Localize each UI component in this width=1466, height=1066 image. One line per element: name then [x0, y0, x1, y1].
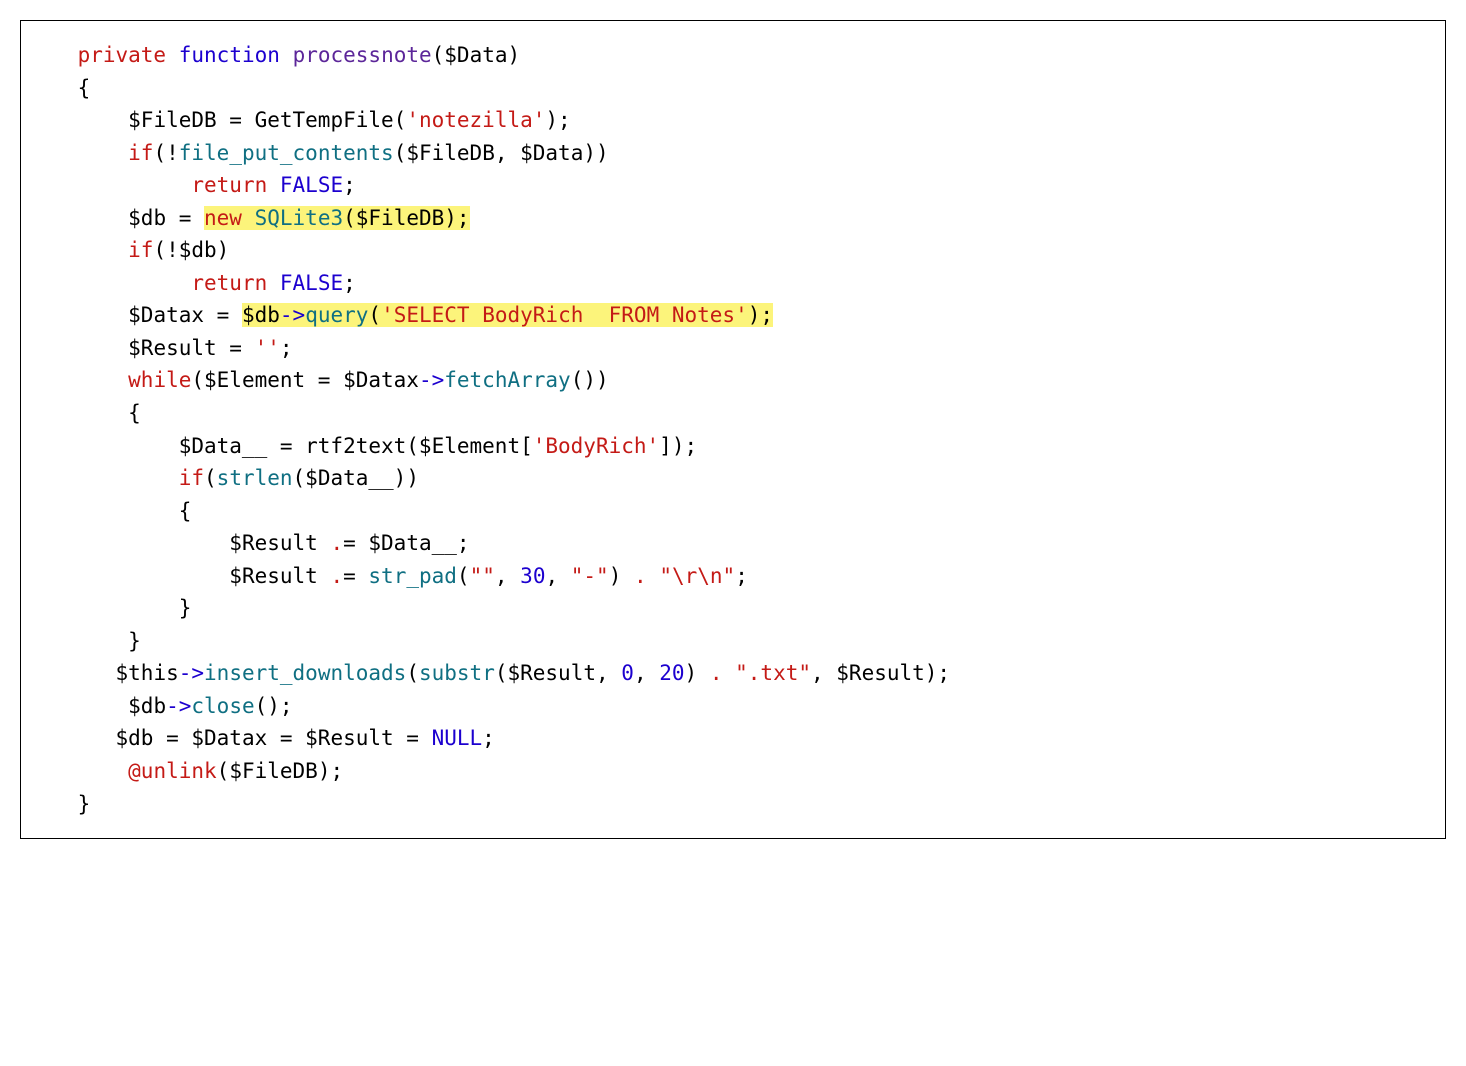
code-text: $Result — [229, 531, 330, 555]
code-text: ) — [685, 661, 710, 685]
semicolon: ; — [735, 564, 748, 588]
code-text: ($Data__)) — [293, 466, 419, 490]
code-text: $db = — [128, 206, 204, 230]
builtin-func: str_pad — [368, 564, 457, 588]
method-fetcharray: fetchArray — [444, 368, 570, 392]
func-args: ($Data) — [432, 43, 521, 67]
arrow-op: -> — [280, 303, 305, 327]
code-text: $db = $Datax = $Result = — [116, 726, 432, 750]
brace-open: { — [128, 401, 141, 425]
keyword-while: while — [128, 368, 191, 392]
comma: , — [495, 564, 520, 588]
code-text: ($FileDB); — [217, 759, 343, 783]
code-text: $Result — [229, 564, 330, 588]
paren: ( — [368, 303, 381, 327]
concat-op: . — [330, 531, 343, 555]
keyword-function: function — [179, 43, 280, 67]
string-literal: "-" — [571, 564, 609, 588]
code-text: ($FileDB); — [343, 206, 469, 230]
brace-close: } — [179, 596, 192, 620]
semicolon: ; — [482, 726, 495, 750]
code-text: $this — [116, 661, 179, 685]
code-text: (); — [255, 694, 293, 718]
code-text: = — [343, 564, 368, 588]
number-literal: 30 — [520, 564, 545, 588]
semicolon: ; — [343, 271, 356, 295]
code-text: ($FileDB, $Data)) — [394, 141, 609, 165]
code-text: $Data__ = rtf2text($Element[ — [179, 434, 533, 458]
code-text: ($Element = $Datax — [191, 368, 419, 392]
concat-op: . — [710, 661, 723, 685]
code-text: ); — [748, 303, 773, 327]
function-name: processnote — [293, 43, 432, 67]
code-text: = $Data__; — [343, 531, 469, 555]
var: $db — [242, 303, 280, 327]
keyword-return: return — [191, 271, 267, 295]
string-literal: "" — [470, 564, 495, 588]
class-sqlite3: SQLite3 — [255, 206, 344, 230]
paren: ( — [406, 661, 419, 685]
keyword-return: return — [191, 173, 267, 197]
string-literal: 'SELECT BodyRich FROM Notes' — [381, 303, 748, 327]
code-text: $FileDB = GetTempFile( — [128, 108, 406, 132]
code-text: ); — [545, 108, 570, 132]
paren: ( — [457, 564, 470, 588]
keyword-private: private — [78, 43, 167, 67]
const-null: NULL — [432, 726, 483, 750]
code-text: $db — [116, 694, 167, 718]
string-literal: 'notezilla' — [406, 108, 545, 132]
highlight-span: $db->query('SELECT BodyRich FROM Notes')… — [242, 303, 773, 327]
code-block: private function processnote($Data) { $F… — [20, 20, 1446, 839]
code-text: , $Result); — [811, 661, 950, 685]
comma: , — [545, 564, 570, 588]
number-literal: 20 — [659, 661, 684, 685]
code-text: (! — [153, 141, 178, 165]
semicolon: ; — [280, 336, 293, 360]
builtin-func: substr — [419, 661, 495, 685]
arrow-op: -> — [179, 661, 204, 685]
arrow-op: -> — [166, 694, 191, 718]
code-text: (!$db) — [153, 238, 229, 262]
highlight-span: new SQLite3($FileDB); — [204, 206, 470, 230]
keyword-new: new — [204, 206, 242, 230]
semicolon: ; — [343, 173, 356, 197]
const-false: FALSE — [280, 271, 343, 295]
code-text: $Datax = — [128, 303, 242, 327]
comma: , — [634, 661, 659, 685]
string-literal: '' — [255, 336, 280, 360]
code-text: $Result = — [128, 336, 254, 360]
keyword-if: if — [128, 141, 153, 165]
code-text: ()) — [571, 368, 609, 392]
number-literal: 0 — [621, 661, 634, 685]
code-text: ]); — [659, 434, 697, 458]
method-query: query — [305, 303, 368, 327]
suppress-unlink: @unlink — [116, 759, 217, 783]
brace-open: { — [78, 76, 91, 100]
arrow-op: -> — [419, 368, 444, 392]
string-literal: 'BodyRich' — [533, 434, 659, 458]
brace-close: } — [78, 792, 91, 816]
keyword-if: if — [128, 238, 153, 262]
paren: ( — [204, 466, 217, 490]
method-close: close — [191, 694, 254, 718]
keyword-if: if — [179, 466, 204, 490]
builtin-func: file_put_contents — [179, 141, 394, 165]
code-text: ($Result, — [495, 661, 621, 685]
builtin-func: strlen — [217, 466, 293, 490]
brace-close: } — [128, 629, 141, 653]
string-literal: ".txt" — [735, 661, 811, 685]
concat-op: . — [634, 564, 647, 588]
paren: ) — [609, 564, 622, 588]
concat-op: . — [330, 564, 343, 588]
const-false: FALSE — [280, 173, 343, 197]
string-literal: "\r\n" — [659, 564, 735, 588]
brace-open: { — [179, 499, 192, 523]
method-name: insert_downloads — [204, 661, 406, 685]
